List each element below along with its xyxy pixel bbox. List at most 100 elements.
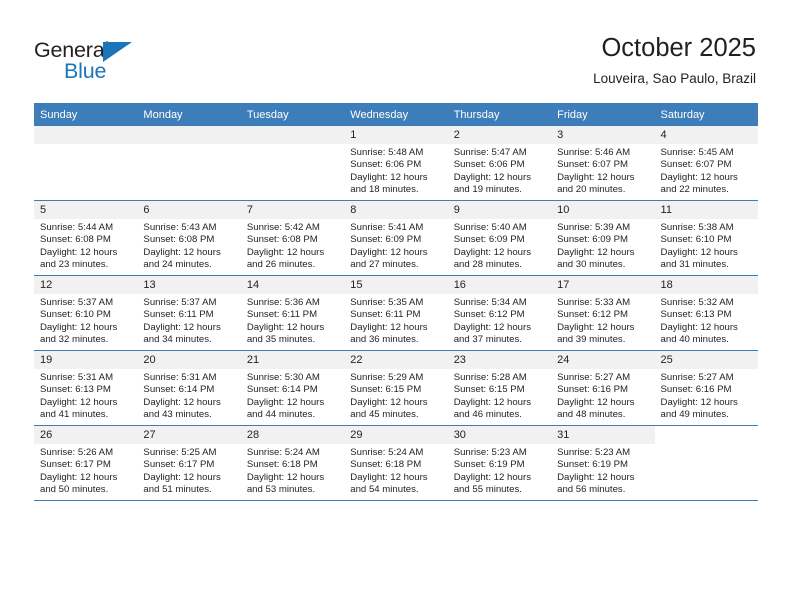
daylight-text-line1: Daylight: 12 hours [660,396,738,408]
daylight-text-line2: and 39 minutes. [557,334,626,346]
day-cell-5[interactable]: 5 Sunrise: 5:44 AM Sunset: 6:08 PM Daylight… [34,200,138,276]
day-sun-info: Sunrise: 5:37 AM Sunset: 6:11 PM Daylight:… [137,294,240,347]
day-number: 6 [137,201,241,219]
sunset-text: Sunset: 6:12 PM [453,309,525,321]
weekday-header-tuesday: Tuesday [240,103,345,126]
day-cell-29[interactable]: 29 Sunrise: 5:24 AM Sunset: 6:18 PM Dayligh… [344,425,448,501]
day-cell-26[interactable]: 26 Sunrise: 5:26 AM Sunset: 6:17 PM Dayligh… [34,425,138,501]
day-cell-4[interactable]: 4 Sunrise: 5:45 AM Sunset: 6:07 PM Daylight… [654,126,758,201]
sunset-text: Sunset: 6:10 PM [660,234,732,246]
day-cell-9[interactable]: 9 Sunrise: 5:40 AM Sunset: 6:09 PM Daylight… [447,200,552,276]
day-cell-11[interactable]: 11 Sunrise: 5:38 AM Sunset: 6:10 PM Dayligh… [654,200,758,276]
day-sun-info: Sunrise: 5:27 AM Sunset: 6:16 PM Daylight:… [551,369,654,422]
day-cell-31[interactable]: 31 Sunrise: 5:23 AM Sunset: 6:19 PM Dayligh… [551,425,655,501]
day-sun-info: Sunrise: 5:46 AM Sunset: 6:07 PM Daylight:… [551,144,654,197]
day-cell-6[interactable]: 6 Sunrise: 5:43 AM Sunset: 6:08 PM Daylight… [137,200,241,276]
day-sun-info: Sunrise: 5:28 AM Sunset: 6:15 PM Daylight:… [448,369,551,422]
sunset-text: Sunset: 6:17 PM [40,459,111,471]
day-cell-24[interactable]: 24 Sunrise: 5:27 AM Sunset: 6:16 PM Dayligh… [551,350,655,426]
day-cell-21[interactable]: 21 Sunrise: 5:30 AM Sunset: 6:14 PM Dayligh… [240,350,345,426]
day-cell-17[interactable]: 17 Sunrise: 5:33 AM Sunset: 6:12 PM Dayligh… [551,275,655,351]
daylight-text-line2: and 54 minutes. [350,484,419,496]
sunset-text: Sunset: 6:18 PM [246,459,318,471]
sunset-text: Sunset: 6:06 PM [453,159,525,171]
weekday-header-monday: Monday [137,103,241,126]
day-sun-info: Sunrise: 5:29 AM Sunset: 6:15 PM Daylight:… [344,369,447,422]
day-cell-empty [654,425,758,501]
day-cell-1[interactable]: 1 Sunrise: 5:48 AM Sunset: 6:06 PM Daylight… [344,126,448,201]
day-sun-info: Sunrise: 5:32 AM Sunset: 6:13 PM Daylight:… [655,294,758,347]
sunrise-text: Sunrise: 5:34 AM [453,297,527,308]
page-subtitle: Louveira, Sao Paulo, Brazil [593,71,756,86]
day-cell-25[interactable]: 25 Sunrise: 5:27 AM Sunset: 6:16 PM Dayligh… [654,350,758,426]
day-cell-20[interactable]: 20 Sunrise: 5:31 AM Sunset: 6:14 PM Dayligh… [137,350,241,426]
day-number: 9 [447,201,552,219]
day-number [34,126,138,144]
day-cell-3[interactable]: 3 Sunrise: 5:46 AM Sunset: 6:07 PM Daylight… [551,126,655,201]
daylight-text-line2: and 43 minutes. [143,409,212,421]
daylight-text-line2: and 50 minutes. [40,484,109,496]
day-cell-2[interactable]: 2 Sunrise: 5:47 AM Sunset: 6:06 PM Daylight… [447,126,552,201]
sunrise-text: Sunrise: 5:47 AM [453,147,527,158]
day-number: 4 [654,126,758,144]
day-number: 11 [654,201,758,219]
daylight-text-line1: Daylight: 12 hours [453,321,532,333]
sunset-text: Sunset: 6:07 PM [660,159,732,171]
sunset-text: Sunset: 6:09 PM [453,234,525,246]
daylight-text-line2: and 36 minutes. [350,334,419,346]
daylight-text-line1: Daylight: 12 hours [350,471,428,483]
weekday-header-wednesday: Wednesday [344,103,448,126]
sunset-text: Sunset: 6:10 PM [40,309,111,321]
sunrise-text: Sunrise: 5:41 AM [350,222,424,233]
day-sun-info: Sunrise: 5:31 AM Sunset: 6:13 PM Daylight:… [34,369,137,422]
day-sun-info: Sunrise: 5:48 AM Sunset: 6:06 PM Daylight:… [344,144,447,197]
daylight-text-line2: and 22 minutes. [660,184,729,196]
sunset-text: Sunset: 6:09 PM [557,234,629,246]
calendar-week-row: 12 Sunrise: 5:37 AM Sunset: 6:10 PM Dayligh… [34,275,758,351]
daylight-text-line2: and 35 minutes. [246,334,316,346]
sunset-text: Sunset: 6:12 PM [557,309,629,321]
day-cell-19[interactable]: 19 Sunrise: 5:31 AM Sunset: 6:13 PM Dayligh… [34,350,138,426]
day-cell-7[interactable]: 7 Sunrise: 5:42 AM Sunset: 6:08 PM Daylight… [240,200,345,276]
daylight-text-line1: Daylight: 12 hours [453,171,532,183]
day-cell-13[interactable]: 13 Sunrise: 5:37 AM Sunset: 6:11 PM Dayligh… [137,275,241,351]
day-cell-22[interactable]: 22 Sunrise: 5:29 AM Sunset: 6:15 PM Dayligh… [344,350,448,426]
day-cell-30[interactable]: 30 Sunrise: 5:23 AM Sunset: 6:19 PM Dayligh… [447,425,552,501]
daylight-text-line2: and 19 minutes. [453,184,522,196]
day-number: 13 [137,276,241,294]
daylight-text-line1: Daylight: 12 hours [246,396,325,408]
calendar-week-row: 26 Sunrise: 5:26 AM Sunset: 6:17 PM Dayligh… [34,425,758,501]
day-cell-27[interactable]: 27 Sunrise: 5:25 AM Sunset: 6:17 PM Dayligh… [137,425,241,501]
day-number [240,126,345,144]
day-cell-28[interactable]: 28 Sunrise: 5:24 AM Sunset: 6:18 PM Dayligh… [240,425,345,501]
sunset-text: Sunset: 6:11 PM [143,309,214,321]
sunset-text: Sunset: 6:15 PM [350,384,422,396]
day-sun-info: Sunrise: 5:43 AM Sunset: 6:08 PM Daylight:… [137,219,240,272]
day-cell-16[interactable]: 16 Sunrise: 5:34 AM Sunset: 6:12 PM Dayligh… [447,275,552,351]
sunset-text: Sunset: 6:16 PM [557,384,629,396]
sunrise-text: Sunrise: 5:48 AM [350,147,424,158]
day-number: 20 [137,351,241,369]
calendar-header-row: Sunday Monday Tuesday Wednesday Thursday Frid… [34,103,758,126]
day-number: 26 [34,426,138,444]
day-cell-12[interactable]: 12 Sunrise: 5:37 AM Sunset: 6:10 PM Dayligh… [34,275,138,351]
daylight-text-line2: and 27 minutes. [350,259,419,271]
daylight-text-line1: Daylight: 12 hours [350,171,428,183]
daylight-text-line2: and 41 minutes. [40,409,109,421]
sunset-text: Sunset: 6:18 PM [350,459,422,471]
day-cell-8[interactable]: 8 Sunrise: 5:41 AM Sunset: 6:09 PM Daylight… [344,200,448,276]
sunset-text: Sunset: 6:19 PM [453,459,525,471]
day-cell-23[interactable]: 23 Sunrise: 5:28 AM Sunset: 6:15 PM Dayligh… [447,350,552,426]
day-cell-14[interactable]: 14 Sunrise: 5:36 AM Sunset: 6:11 PM Dayligh… [240,275,345,351]
day-number: 27 [137,426,241,444]
daylight-text-line2: and 46 minutes. [453,409,522,421]
day-cell-18[interactable]: 18 Sunrise: 5:32 AM Sunset: 6:13 PM Dayligh… [654,275,758,351]
day-cell-10[interactable]: 10 Sunrise: 5:39 AM Sunset: 6:09 PM Dayligh… [551,200,655,276]
calendar-table: Sunday Monday Tuesday Wednesday Thursday Frid… [34,103,758,501]
sunset-text: Sunset: 6:14 PM [246,384,318,396]
daylight-text-line2: and 56 minutes. [557,484,626,496]
day-cell-15[interactable]: 15 Sunrise: 5:35 AM Sunset: 6:11 PM Dayligh… [344,275,448,351]
weekday-header-friday: Friday [551,103,655,126]
daylight-text-line1: Daylight: 12 hours [40,471,118,483]
calendar-week-row: 19 Sunrise: 5:31 AM Sunset: 6:13 PM Dayligh… [34,350,758,426]
